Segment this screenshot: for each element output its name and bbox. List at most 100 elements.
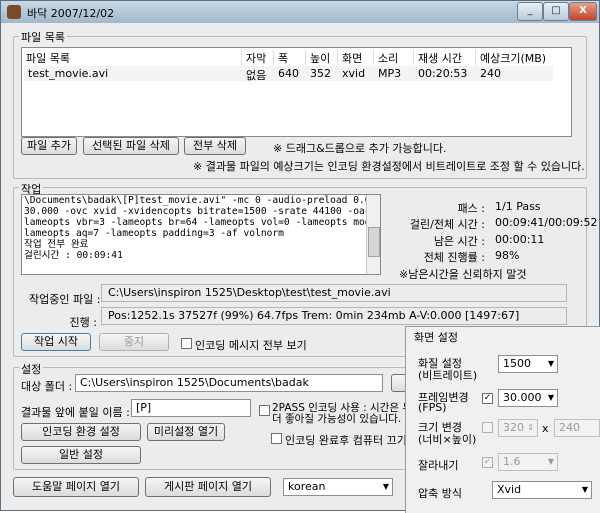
total-progress-value: 98% bbox=[495, 249, 520, 262]
column-header-audio[interactable]: 소리 bbox=[374, 50, 414, 65]
app-icon bbox=[7, 5, 21, 19]
crop-value: 1.6 bbox=[503, 455, 521, 468]
encoding-log[interactable]: \Documents\badak\[P]test_movie.avi" -mc … bbox=[21, 194, 381, 275]
log-line: 걸린시간 : 00:09:41 bbox=[24, 250, 123, 261]
chevron-down-icon: ▼ bbox=[547, 359, 554, 368]
remaining-time-value: 00:00:11 bbox=[495, 233, 545, 246]
height-value: 240 bbox=[559, 421, 580, 434]
size-note: ※ 결과물 파일의 예상크기는 인코딩 환경설정에서 비트레이트로 조정 할 수… bbox=[193, 160, 585, 173]
resize-label-line2: (너비×높이) bbox=[418, 433, 477, 446]
file-list-group-label: 파일 목록 bbox=[19, 29, 67, 45]
log-scrollbar[interactable] bbox=[366, 195, 380, 274]
shutdown-checkbox[interactable] bbox=[271, 433, 282, 444]
general-settings-button[interactable]: 일반 설정 bbox=[21, 446, 141, 464]
main-window: 바닥 2007/12/02 _ □ X 파일 목록 파일 목록 자막 폭 높이 … bbox=[0, 0, 600, 513]
column-header-duration[interactable]: 재생 시간 bbox=[414, 50, 476, 65]
target-folder-label: 대상 폴더 : bbox=[21, 380, 73, 393]
delete-selected-button[interactable]: 선택된 파일 삭제 bbox=[83, 137, 179, 155]
language-select-value: korean bbox=[288, 480, 326, 493]
twopass-checkbox[interactable] bbox=[259, 405, 270, 416]
help-page-button[interactable]: 도움말 페이지 열기 bbox=[13, 477, 139, 497]
log-line: 작업 전부 완료 bbox=[24, 239, 89, 250]
encoding-settings-button[interactable]: 인코딩 환경 설정 bbox=[21, 423, 141, 441]
column-header-subtitle[interactable]: 자막 bbox=[242, 50, 274, 65]
column-header-width[interactable]: 폭 bbox=[274, 50, 306, 65]
title-bar[interactable]: 바닥 2007/12/02 _ □ X bbox=[1, 1, 599, 23]
bitrate-value: 1500 bbox=[503, 357, 531, 370]
codec-select[interactable]: Xvid ▼ bbox=[492, 481, 592, 499]
settings-group-label: 설정 bbox=[19, 361, 44, 377]
show-all-messages-label: 인코딩 메시지 전부 보기 bbox=[195, 339, 307, 352]
fps-value: 30.000 bbox=[503, 391, 542, 404]
window-title: 바닥 2007/12/02 bbox=[27, 7, 115, 20]
log-line: \Documents\badak\[P]test_movie.avi" -mc … bbox=[24, 195, 381, 206]
spinner-arrows-icon: ⇕ bbox=[527, 423, 534, 432]
cell-duration: 00:20:53 bbox=[418, 67, 468, 80]
log-line: lameopts vbr=3 -lameopts br=64 -lameopts… bbox=[24, 217, 381, 228]
current-file-field: C:\Users\inspiron 1525\Desktop\test\test… bbox=[101, 284, 567, 302]
remaining-time-label: 남은 시간 : bbox=[433, 235, 485, 248]
start-job-button[interactable]: 작업 시작 bbox=[21, 333, 91, 351]
fps-label-line2: (FPS) bbox=[418, 401, 447, 414]
pass-label: 패스 : bbox=[457, 202, 485, 215]
shutdown-label: 인코딩 완료후 컴퓨터 끄기 bbox=[285, 434, 407, 447]
prefix-label: 결과물 앞에 붙일 이름 : bbox=[21, 406, 130, 419]
twopass-label-line2: 더 좋아질 가능성이 있습니다. bbox=[272, 413, 402, 425]
add-file-button[interactable]: 파일 추가 bbox=[21, 137, 77, 155]
codec-label: 압축 방식 bbox=[418, 487, 462, 500]
current-file-label: 작업중인 파일 : bbox=[29, 293, 101, 306]
cell-estimated-size: 240 bbox=[480, 67, 501, 80]
cell-width: 640 bbox=[278, 67, 299, 80]
cell-audio: MP3 bbox=[378, 67, 402, 80]
crop-checkbox[interactable]: ✓ bbox=[482, 457, 493, 468]
crop-select[interactable]: 1.6 ▼ bbox=[498, 453, 558, 471]
fps-select[interactable]: 30.000 ▼ bbox=[498, 389, 558, 407]
total-progress-label: 전체 진행률 : bbox=[423, 251, 485, 264]
codec-value: Xvid bbox=[497, 483, 522, 496]
column-header-height[interactable]: 높이 bbox=[306, 50, 338, 65]
width-value: 320 bbox=[503, 421, 524, 434]
cell-filename: test_movie.avi bbox=[28, 67, 109, 80]
forum-page-button[interactable]: 게시판 페이지 열기 bbox=[145, 477, 271, 497]
table-row[interactable]: test_movie.avi 없음 640 352 xvid MP3 00:20… bbox=[24, 66, 553, 82]
height-spinner[interactable]: 240 bbox=[554, 419, 600, 437]
crop-label: 잘라내기 bbox=[418, 459, 459, 472]
chevron-down-icon: ▼ bbox=[547, 393, 554, 402]
column-header-video[interactable]: 화면 bbox=[338, 50, 374, 65]
fps-checkbox[interactable]: ✓ bbox=[482, 393, 493, 404]
video-settings-panel: 화면 설정 화질 설정 (비트레이트) 1500 ▼ 프레임변경 (FPS) ✓… bbox=[405, 326, 600, 513]
progress-field: Pos:1252.1s 37527f (99%) 64.7fps Trem: 0… bbox=[101, 307, 567, 325]
stop-button[interactable]: 중지 bbox=[99, 333, 169, 351]
show-all-messages-checkbox[interactable] bbox=[181, 338, 192, 349]
pass-value: 1/1 Pass bbox=[495, 200, 541, 213]
log-scrollbar-thumb[interactable] bbox=[368, 227, 380, 257]
width-spinner[interactable]: 320 ⇕ bbox=[498, 419, 538, 437]
chevron-down-icon: ▼ bbox=[382, 482, 389, 491]
remaining-warning: ※남은시간을 신뢰하지 말것 bbox=[399, 268, 527, 281]
maximize-button[interactable]: □ bbox=[543, 2, 569, 21]
elapsed-total-label: 걸린/전체 시간 : bbox=[409, 218, 485, 231]
cell-height: 352 bbox=[310, 67, 331, 80]
minimize-button[interactable]: _ bbox=[517, 2, 543, 21]
bitrate-select[interactable]: 1500 ▼ bbox=[498, 355, 558, 373]
target-folder-input[interactable]: C:\Users\inspiron 1525\Documents\badak bbox=[75, 374, 383, 392]
close-button[interactable]: X bbox=[569, 2, 597, 21]
resize-x-sign: x bbox=[542, 422, 549, 435]
log-line: 30.000 -ovc xvid -xvidencopts bitrate=15… bbox=[24, 206, 380, 217]
file-listview[interactable]: 파일 목록 자막 폭 높이 화면 소리 재생 시간 예상크기(MB) test_… bbox=[21, 47, 572, 137]
column-header-estimated-size[interactable]: 예상크기(MB) bbox=[476, 50, 571, 65]
chevron-down-icon: ▼ bbox=[581, 485, 588, 494]
log-line: lameopts aq=7 -lameopts padding=3 -af vo… bbox=[24, 228, 284, 239]
video-panel-title: 화면 설정 bbox=[414, 331, 458, 344]
column-header-filename[interactable]: 파일 목록 bbox=[22, 50, 242, 65]
resize-checkbox[interactable] bbox=[482, 422, 493, 433]
elapsed-total-value: 00:09:41/00:09:52 bbox=[495, 216, 598, 229]
language-select[interactable]: korean ▼ bbox=[283, 478, 393, 496]
prefix-input[interactable]: [P] bbox=[131, 399, 251, 417]
quality-label-line2: (비트레이트) bbox=[418, 369, 478, 382]
cell-video: xvid bbox=[342, 67, 366, 80]
cell-subtitle: 없음 bbox=[246, 69, 267, 82]
progress-label: 진행 : bbox=[69, 316, 97, 329]
preset-open-button[interactable]: 미리설정 열기 bbox=[147, 423, 225, 441]
delete-all-button[interactable]: 전부 삭제 bbox=[184, 137, 246, 155]
